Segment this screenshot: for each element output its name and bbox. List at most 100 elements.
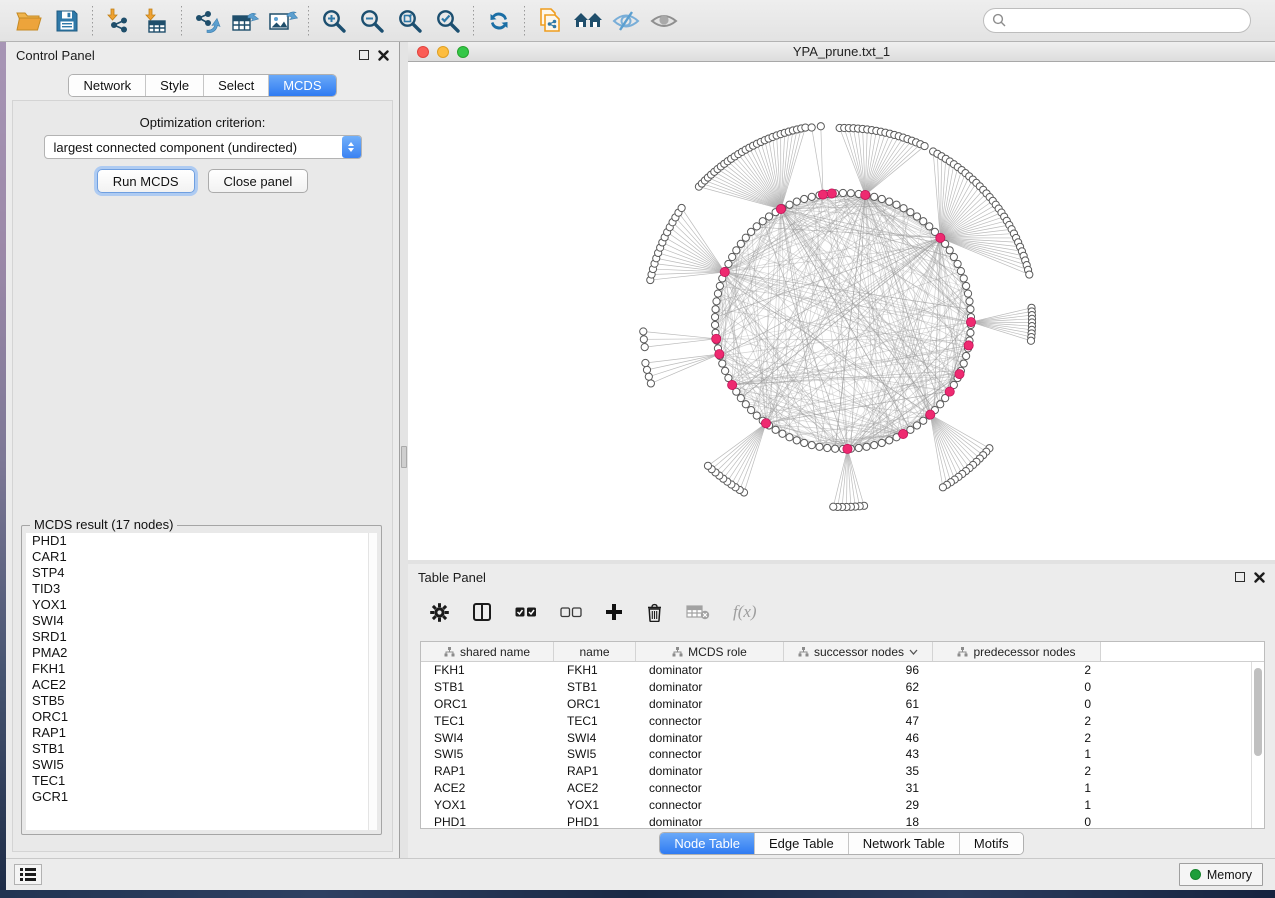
- save-icon[interactable]: [48, 4, 86, 38]
- node-table[interactable]: shared namenameMCDS rolesuccessor nodesp…: [420, 641, 1265, 829]
- mcds-node[interactable]: [936, 233, 945, 242]
- ring-node[interactable]: [816, 443, 823, 450]
- ring-node[interactable]: [847, 190, 854, 197]
- leaf-node[interactable]: [645, 373, 652, 380]
- splitter-handle[interactable]: [401, 446, 407, 468]
- ring-node[interactable]: [913, 213, 920, 220]
- ring-node[interactable]: [712, 306, 719, 313]
- ring-node[interactable]: [801, 195, 808, 202]
- ring-node[interactable]: [713, 298, 720, 305]
- ring-node[interactable]: [748, 228, 755, 235]
- ring-node[interactable]: [960, 275, 967, 282]
- select-all-icon[interactable]: [515, 606, 537, 618]
- ring-node[interactable]: [753, 412, 760, 419]
- zoom-out-icon[interactable]: [353, 4, 391, 38]
- ring-node[interactable]: [711, 321, 718, 328]
- ring-node[interactable]: [900, 205, 907, 212]
- ring-node[interactable]: [878, 195, 885, 202]
- search-input[interactable]: [983, 8, 1251, 33]
- float-panel-icon[interactable]: [359, 50, 369, 60]
- leaf-node[interactable]: [921, 142, 928, 149]
- ring-node[interactable]: [926, 223, 933, 230]
- import-network-icon[interactable]: [99, 4, 137, 38]
- mcds-node[interactable]: [776, 204, 785, 213]
- ring-node[interactable]: [937, 401, 944, 408]
- zoom-in-icon[interactable]: [315, 4, 353, 38]
- close-window-icon[interactable]: [417, 46, 429, 58]
- leaf-node[interactable]: [1027, 337, 1034, 344]
- mcds-node[interactable]: [761, 419, 770, 428]
- tab-select[interactable]: Select: [204, 75, 269, 96]
- refresh-icon[interactable]: [480, 4, 518, 38]
- mcds-node[interactable]: [964, 341, 973, 350]
- ring-node[interactable]: [963, 352, 970, 359]
- list-item[interactable]: SWI4: [26, 613, 377, 629]
- list-item[interactable]: PHD1: [26, 533, 377, 549]
- mcds-node[interactable]: [827, 189, 836, 198]
- ring-node[interactable]: [893, 201, 900, 208]
- add-icon[interactable]: [605, 603, 623, 621]
- ring-node[interactable]: [725, 260, 732, 267]
- mcds-node[interactable]: [728, 380, 737, 389]
- leaf-node[interactable]: [704, 462, 711, 469]
- mcds-node[interactable]: [715, 350, 724, 359]
- ring-node[interactable]: [733, 247, 740, 254]
- column-header-shared-name[interactable]: shared name: [421, 642, 554, 661]
- leaf-node[interactable]: [1026, 271, 1033, 278]
- leaf-node[interactable]: [642, 359, 649, 366]
- leaf-node[interactable]: [939, 484, 946, 491]
- ring-node[interactable]: [907, 426, 914, 433]
- ring-node[interactable]: [855, 444, 862, 451]
- mcds-node[interactable]: [712, 334, 721, 343]
- list-item[interactable]: TID3: [26, 581, 377, 597]
- ring-node[interactable]: [808, 442, 815, 449]
- list-item[interactable]: ORC1: [26, 709, 377, 725]
- ring-node[interactable]: [801, 439, 808, 446]
- task-history-button[interactable]: [14, 864, 42, 885]
- leaf-node[interactable]: [830, 503, 837, 510]
- ring-node[interactable]: [786, 201, 793, 208]
- ring-node[interactable]: [772, 426, 779, 433]
- ring-node[interactable]: [920, 417, 927, 424]
- list-item[interactable]: RAP1: [26, 725, 377, 741]
- column-header-MCDS-role[interactable]: MCDS role: [636, 642, 784, 661]
- ring-node[interactable]: [871, 193, 878, 200]
- export-table-icon[interactable]: [226, 4, 264, 38]
- table-scrollbar[interactable]: [1251, 662, 1264, 828]
- list-item[interactable]: SWI5: [26, 757, 377, 773]
- ring-node[interactable]: [964, 290, 971, 297]
- ring-node[interactable]: [808, 193, 815, 200]
- deselect-all-icon[interactable]: [560, 606, 582, 618]
- table-row[interactable]: SWI4SWI4dominator462: [421, 729, 1251, 746]
- export-image-icon[interactable]: [264, 4, 302, 38]
- ring-node[interactable]: [722, 367, 729, 374]
- float-table-panel-icon[interactable]: [1235, 572, 1245, 582]
- table-row[interactable]: STB1STB1dominator620: [421, 679, 1251, 696]
- leaf-node[interactable]: [640, 328, 647, 335]
- ring-node[interactable]: [957, 268, 964, 275]
- ring-node[interactable]: [920, 218, 927, 225]
- list-item[interactable]: STP4: [26, 565, 377, 581]
- ring-node[interactable]: [824, 444, 831, 451]
- ring-node[interactable]: [737, 240, 744, 247]
- table-row[interactable]: SWI5SWI5connector431: [421, 746, 1251, 763]
- leaf-node[interactable]: [808, 124, 815, 131]
- close-table-panel-icon[interactable]: [1254, 572, 1265, 583]
- zoom-fit-icon[interactable]: [391, 4, 429, 38]
- criterion-dropdown[interactable]: largest connected component (undirected): [44, 135, 362, 159]
- ring-node[interactable]: [913, 422, 920, 429]
- list-item[interactable]: YOX1: [26, 597, 377, 613]
- ring-node[interactable]: [719, 360, 726, 367]
- vertical-splitter[interactable]: [400, 42, 408, 858]
- two-houses-icon[interactable]: [569, 4, 607, 38]
- tab-mcds[interactable]: MCDS: [269, 75, 335, 96]
- ring-node[interactable]: [759, 218, 766, 225]
- list-item[interactable]: CAR1: [26, 549, 377, 565]
- tab-node-table[interactable]: Node Table: [660, 833, 755, 854]
- memory-button[interactable]: Memory: [1179, 863, 1263, 886]
- leaf-node[interactable]: [678, 204, 685, 211]
- leaf-node[interactable]: [817, 123, 824, 130]
- table-row[interactable]: RAP1RAP1dominator352: [421, 763, 1251, 780]
- ring-node[interactable]: [886, 437, 893, 444]
- column-header-name[interactable]: name: [554, 642, 636, 661]
